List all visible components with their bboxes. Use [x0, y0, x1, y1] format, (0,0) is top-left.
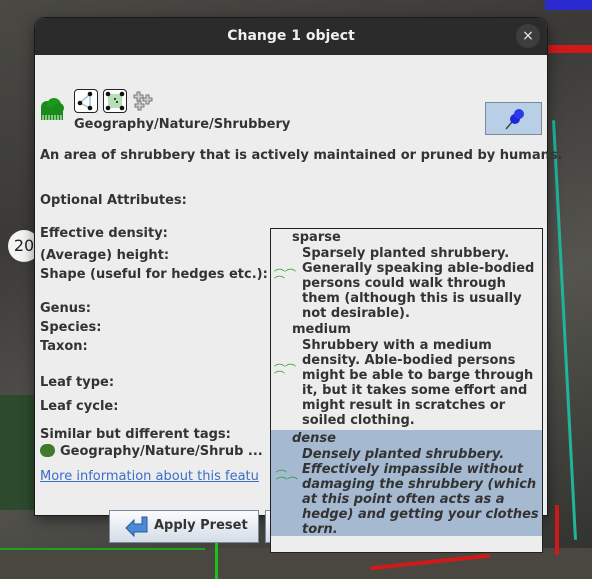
density-option-dense[interactable]: ⌒ ⌒⌒ dense Densely planted shrubbery. Eff… [271, 430, 542, 537]
dialog-title: Change 1 object [227, 28, 355, 44]
similar-tag-item[interactable]: Geography/Nature/Shrub ... [40, 444, 263, 459]
dialog-titlebar[interactable]: Change 1 object × [35, 18, 547, 55]
leaf-cycle-label: Leaf cycle: [40, 399, 119, 414]
map-way [555, 505, 559, 555]
density-option-medium[interactable]: ⌒⌒ ⌒ medium Shrubbery with a medium densi… [271, 321, 542, 430]
pushpin-icon [505, 109, 524, 130]
effective-density-label: Effective density: [40, 226, 168, 241]
taxon-label: Taxon: [40, 339, 88, 354]
option-description: Sparsely planted shrubbery. Generally sp… [302, 246, 535, 321]
option-name: medium [292, 322, 351, 337]
apply-preset-button[interactable]: Apply Preset [109, 510, 259, 543]
multipolygon-icon [133, 91, 153, 111]
optional-attributes-heading: Optional Attributes: [40, 193, 187, 208]
map-way [552, 120, 577, 540]
pin-toolbar-button[interactable] [485, 102, 542, 135]
dense-density-icon: ⌒ ⌒⌒ [274, 469, 296, 489]
density-options-popup: ⌒⌒ ⌒ sparse Sparsely planted shrubbery. G… [270, 228, 543, 553]
preset-path: Geography/Nature/Shrubbery [74, 117, 291, 132]
similar-tag-text: Geography/Nature/Shrub ... [60, 444, 263, 459]
density-option-sparse[interactable]: ⌒⌒ ⌒ sparse Sparsely planted shrubbery. G… [271, 229, 542, 321]
map-way [0, 548, 205, 550]
shrubbery-icon [41, 98, 64, 120]
species-label: Species: [40, 320, 102, 335]
map-way [545, 45, 592, 53]
option-description: Densely planted shrubbery. Effectively i… [302, 447, 539, 537]
similar-tags-label: Similar but different tags: [40, 427, 231, 442]
preset-description: An area of shrubbery that is actively ma… [40, 148, 563, 163]
shape-label: Shape (useful for hedges etc.): [40, 267, 268, 282]
leaf-type-label: Leaf type: [40, 375, 115, 390]
medium-density-icon: ⌒⌒ ⌒ [274, 363, 296, 383]
apply-preset-label: Apply Preset [154, 518, 248, 533]
more-information-link[interactable]: More information about this featu [40, 469, 259, 484]
average-height-label: (Average) height: [40, 248, 170, 263]
closed-way-icon [103, 89, 127, 113]
option-name: dense [292, 431, 336, 446]
sparse-density-icon: ⌒⌒ ⌒ [274, 268, 296, 288]
option-description: Shrubbery with a medium density. Able-bo… [302, 338, 534, 428]
genus-label: Genus: [40, 301, 91, 316]
shrub-icon [40, 444, 55, 457]
apply-arrow-icon [125, 516, 148, 537]
option-name: sparse [292, 230, 341, 245]
close-button[interactable]: × [516, 24, 540, 48]
area-type-icon [74, 89, 98, 113]
map-way [545, 0, 592, 10]
